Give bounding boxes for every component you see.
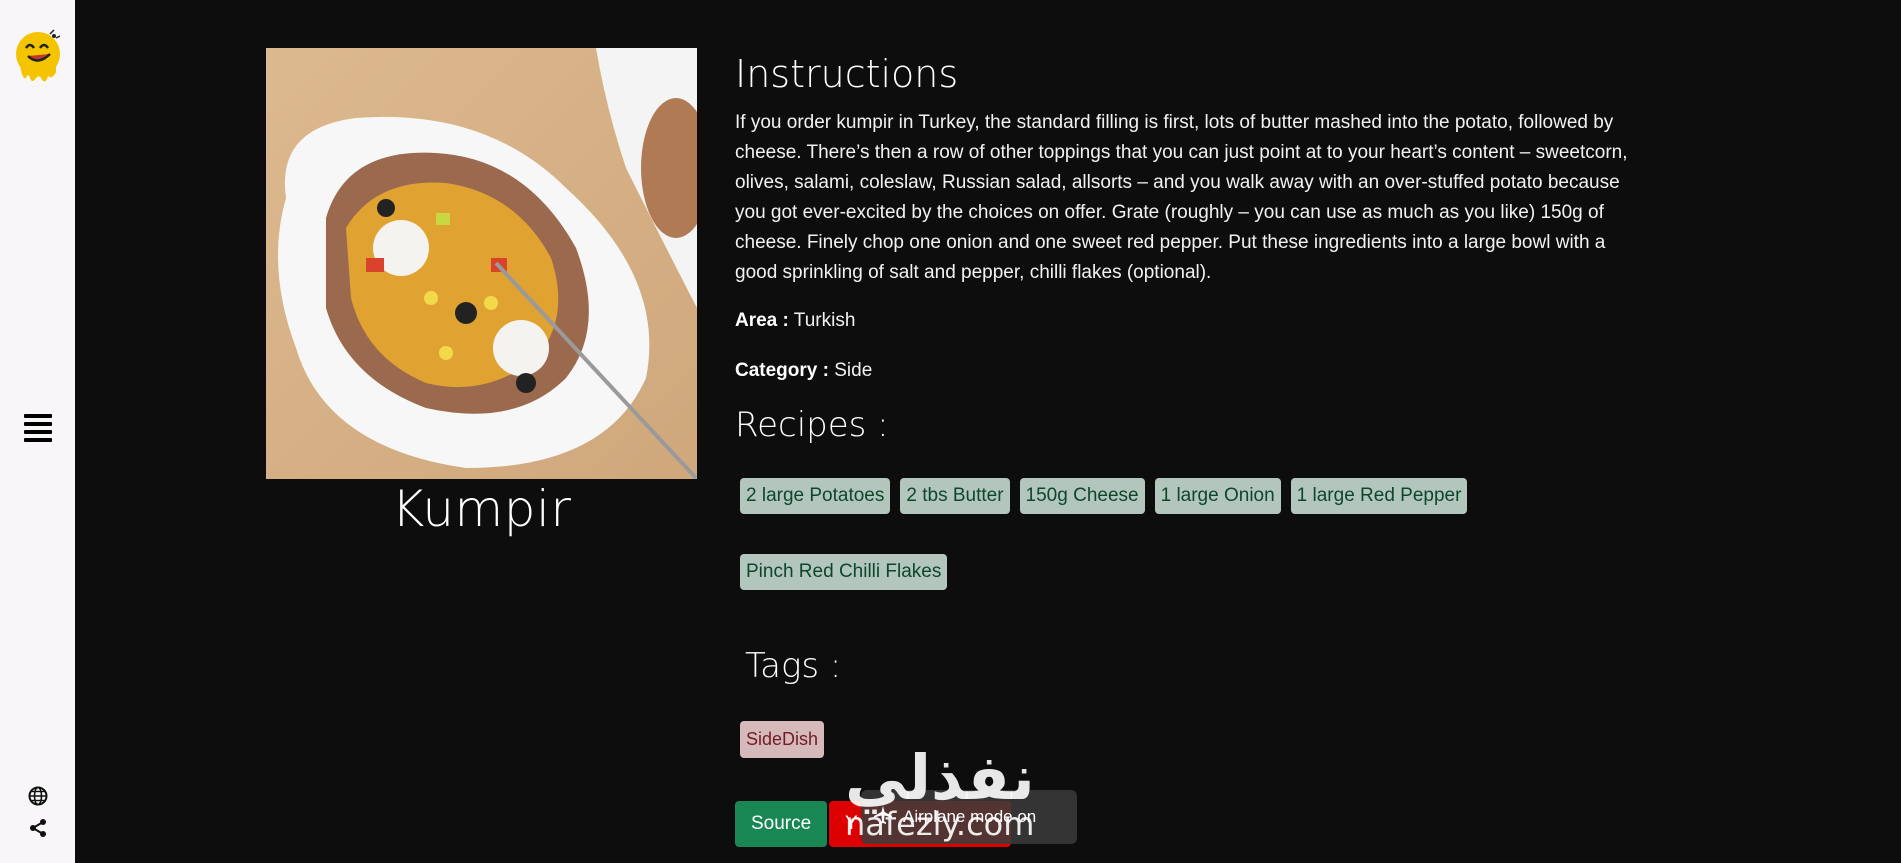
ingredient-badge: 1 large Onion [1154,478,1281,514]
ingredient-list: 2 large Potatoes 2 tbs Butter 150g Cheese 1… [740,478,1540,630]
airplane-mode-toast: Airplane mode on [861,790,1077,844]
globe-icon[interactable] [28,786,48,806]
menu-icon[interactable] [24,414,52,444]
area-value: Turkish [793,310,856,331]
source-button[interactable]: Source [735,801,828,847]
ingredient-badge: Pinch Red Chilli Flakes [740,554,948,590]
ingredient-badge: 1 large Red Pepper [1290,478,1468,514]
tags-title: Tags : [745,646,842,686]
instructions-title: Instructions [735,52,959,96]
category-row: Category : Side [735,360,872,382]
area-row: Area : Turkish [735,310,855,332]
recipes-title: Recipes : [735,405,889,445]
airplane-icon [873,805,893,830]
meal-image [266,48,697,479]
ingredient-badge: 150g Cheese [1019,478,1145,514]
logo-icon[interactable] [14,28,62,84]
toast-text: Airplane mode on [903,807,1037,826]
ingredient-badge: 2 tbs Butter [900,478,1010,514]
tag-badge: SideDish [740,721,825,758]
share-icon[interactable] [28,818,48,838]
area-label: Area : [735,310,789,331]
category-value: Side [834,360,873,381]
tag-list: SideDish [740,721,825,758]
instructions-text: If you order kumpir in Turkey, the stand… [735,112,1628,283]
category-label: Category : [735,360,829,381]
sidebar [0,0,75,863]
meal-title: Kumpir [391,480,572,538]
ingredient-badge: 2 large Potatoes [740,478,891,514]
